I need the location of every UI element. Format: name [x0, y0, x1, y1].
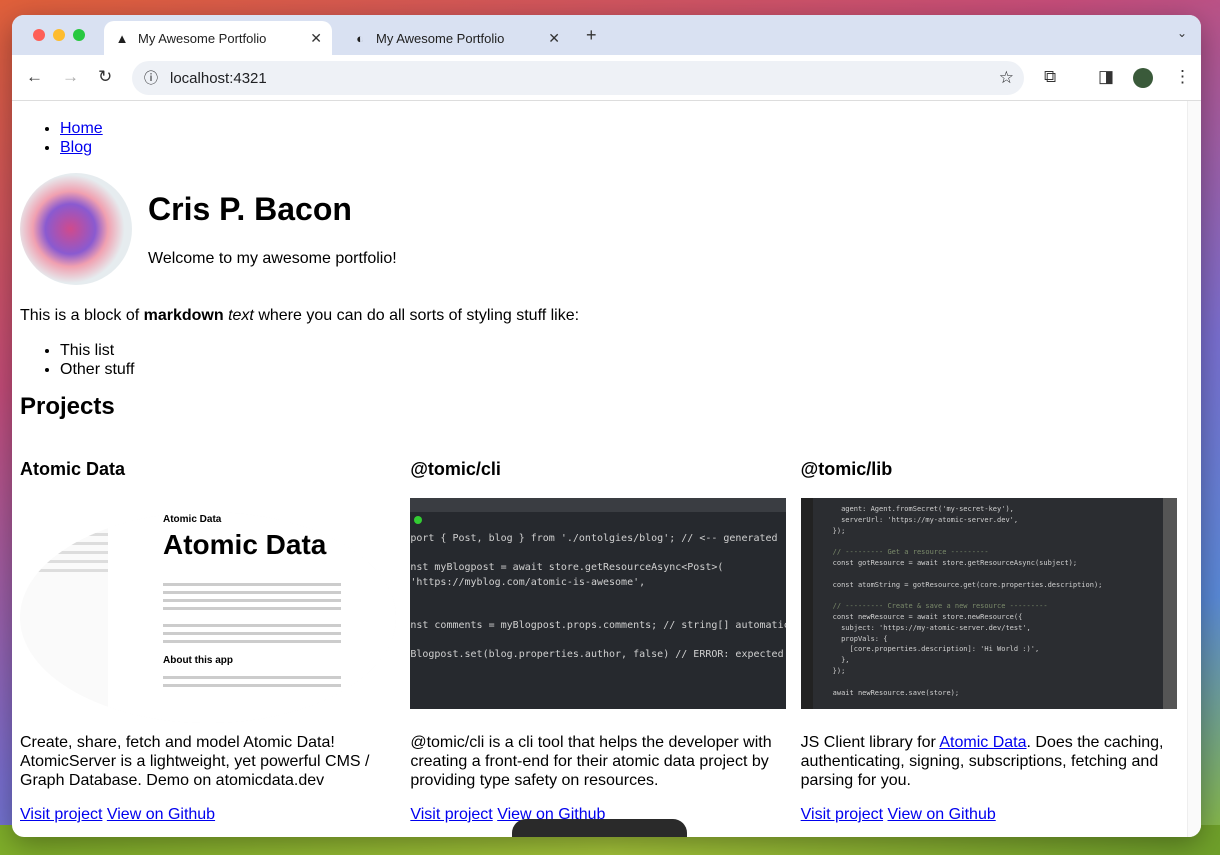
- markdown-list: This list Other stuff: [20, 341, 1179, 379]
- project-title: @tomic/cli: [410, 459, 501, 479]
- code-line: },: [832, 656, 850, 665]
- code-line: nst comments = myBlogpost.props.comments…: [410, 620, 786, 631]
- browser-window: ▲ My Awesome Portfolio ✕ ◐ My Awesome Po…: [12, 15, 1201, 837]
- back-icon[interactable]: ←: [26, 67, 43, 87]
- forward-icon[interactable]: →: [62, 67, 79, 87]
- page-content: Home Blog Cris P. Bacon Welcome to my aw…: [12, 101, 1187, 837]
- scrollbar[interactable]: [1187, 101, 1201, 837]
- address-bar[interactable]: ⓘ localhost:4321 ☆: [132, 61, 1024, 95]
- project-description: @tomic/cli is a cli tool that helps the …: [410, 734, 772, 789]
- tab-2[interactable]: ◐ My Awesome Portfolio ✕: [342, 21, 570, 55]
- astro-icon: ▲: [115, 30, 129, 46]
- project-screenshot: Atomic Data Atomic Data About this app: [20, 512, 396, 723]
- project-description: JS Client library for Atomic Data. Does …: [800, 734, 1164, 789]
- nav-home-link[interactable]: Home: [60, 120, 103, 137]
- reload-icon[interactable]: ↻: [98, 67, 112, 87]
- tab-1[interactable]: ▲ My Awesome Portfolio ✕: [104, 21, 332, 55]
- project-screenshot: agent: Agent.fromSecret('my-secret-key')…: [800, 498, 1177, 709]
- tab-title: My Awesome Portfolio: [376, 30, 505, 46]
- extensions-icon[interactable]: ⧉: [1044, 67, 1056, 87]
- page-title: Cris P. Bacon: [148, 190, 352, 227]
- dock: [512, 819, 687, 837]
- site-nav: Home Blog: [20, 119, 1179, 157]
- profile-avatar[interactable]: [1133, 68, 1153, 88]
- code-line: subject: 'https://my-atomic-server.dev/t…: [832, 623, 1031, 632]
- atomic-data-link[interactable]: Atomic Data: [939, 734, 1026, 751]
- code-line: Blogpost.set(blog.properties.author, fal…: [410, 649, 784, 660]
- project-card: Atomic Data Atomic Data Atomic Data Abou…: [20, 459, 398, 824]
- markdown-block: This is a block of markdown text where y…: [20, 307, 580, 324]
- code-line: [core.properties.description]: 'Hi World…: [832, 645, 1040, 654]
- atomic-icon: ◐: [356, 30, 364, 46]
- close-window-button[interactable]: [33, 29, 45, 41]
- project-card: @tomic/lib agent: Agent.fromSecret('my-s…: [800, 459, 1179, 824]
- tab-title: My Awesome Portfolio: [138, 30, 267, 46]
- projects-grid: Atomic Data Atomic Data Atomic Data Abou…: [20, 459, 1179, 824]
- code-line: });: [832, 526, 846, 535]
- code-line: const atomString = gotResource.get(core.…: [832, 580, 1103, 589]
- code-line: const gotResource = await store.getResou…: [832, 558, 1078, 567]
- code-line: const newResource = await store.newResou…: [832, 612, 1023, 621]
- visit-project-link[interactable]: Visit project: [20, 806, 102, 823]
- code-snippet: port { Post, blog } from './ontolgies/bl…: [410, 528, 786, 663]
- hero: Cris P. Bacon Welcome to my awesome port…: [20, 173, 1179, 285]
- bookmark-star-icon[interactable]: ☆: [999, 68, 1014, 88]
- minimize-window-button[interactable]: [53, 29, 65, 41]
- project-title: Atomic Data: [20, 459, 126, 479]
- nav-blog-link[interactable]: Blog: [60, 139, 92, 156]
- list-item: Other stuff: [60, 360, 1179, 379]
- list-item: This list: [60, 341, 1179, 360]
- code-snippet: agent: Agent.fromSecret('my-secret-key')…: [813, 498, 1163, 698]
- tagline: Welcome to my awesome portfolio!: [148, 249, 397, 267]
- code-line: 'https://myblog.com/atomic-is-awesome',: [410, 576, 646, 588]
- code-line: });: [832, 666, 846, 675]
- github-link[interactable]: View on Github: [888, 806, 996, 823]
- code-line: agent: Agent.fromSecret('my-secret-key')…: [832, 505, 1014, 513]
- maximize-window-button[interactable]: [73, 29, 85, 41]
- code-line: // --------- Create & save a new resourc…: [832, 602, 1048, 611]
- project-title: @tomic/lib: [800, 459, 893, 479]
- avatar: [20, 173, 132, 285]
- project-screenshot: port { Post, blog } from './ontolgies/bl…: [410, 498, 787, 709]
- project-description: Create, share, fetch and model Atomic Da…: [20, 734, 370, 789]
- code-line: await newResource.save(store);: [832, 688, 960, 697]
- side-panel-icon[interactable]: ◨: [1098, 67, 1114, 87]
- close-tab-icon[interactable]: ✕: [310, 30, 322, 47]
- code-line: nst myBlogpost = await store.getResource…: [410, 562, 724, 573]
- close-tab-icon[interactable]: ✕: [548, 30, 560, 47]
- code-line: port { Post, blog } from './ontolgies/bl…: [410, 533, 778, 544]
- visit-project-link[interactable]: Visit project: [801, 806, 883, 823]
- project-card: @tomic/cli port { Post, blog } from './o…: [410, 459, 788, 824]
- info-icon: ⓘ: [144, 70, 158, 86]
- code-line: serverUrl: 'https://my-atomic-server.dev…: [832, 515, 1019, 524]
- toolbar: ← → ↻ ⓘ localhost:4321 ☆ ⧉ ◨ ⋮: [12, 55, 1201, 101]
- menu-icon[interactable]: ⋮: [1174, 67, 1191, 87]
- code-line: // --------- Get a resource ---------: [832, 548, 989, 557]
- tab-search-button[interactable]: ⌄: [1177, 26, 1187, 40]
- new-tab-button[interactable]: +: [586, 25, 597, 46]
- projects-heading: Projects: [20, 393, 115, 420]
- tab-bar: ▲ My Awesome Portfolio ✕ ◐ My Awesome Po…: [12, 15, 1201, 55]
- visit-project-link[interactable]: Visit project: [410, 806, 492, 823]
- code-line: propVals: {: [832, 634, 888, 643]
- github-link[interactable]: View on Github: [107, 806, 215, 823]
- url-text: localhost:4321: [170, 69, 267, 87]
